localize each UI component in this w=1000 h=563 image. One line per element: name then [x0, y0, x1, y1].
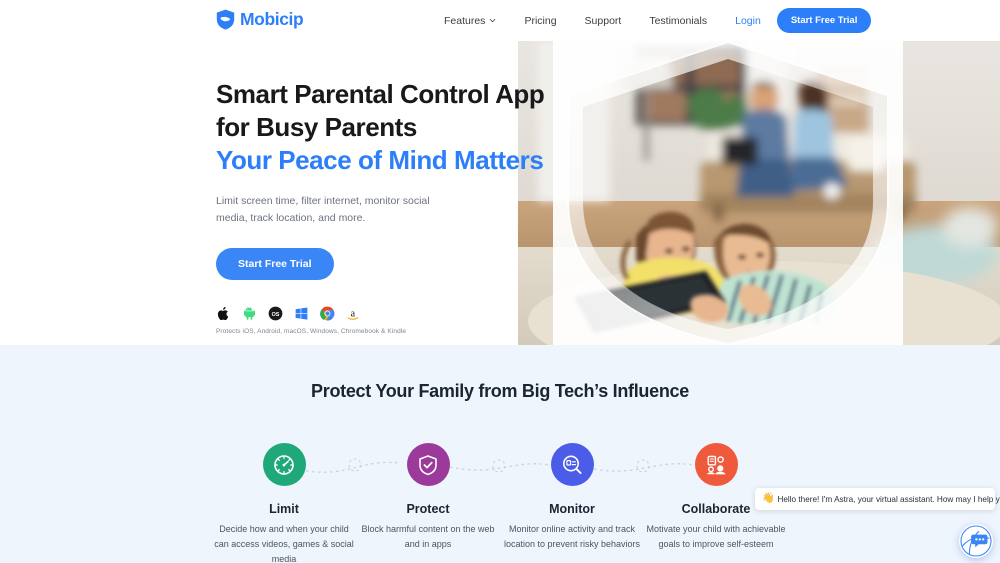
- svg-text:a: a: [351, 308, 356, 319]
- magnifier-report-icon: [563, 455, 582, 474]
- feature-item-limit[interactable]: Limit Decide how and when your child can…: [212, 443, 356, 563]
- feature-icon-collaborate: [694, 443, 738, 486]
- features-section: Protect Your Family from Big Tech’s Infl…: [0, 345, 1000, 563]
- chat-launcher-button[interactable]: [959, 524, 993, 558]
- logo-wordmark: Mobicip: [240, 8, 304, 29]
- nav-item-support-label: Support: [584, 14, 622, 27]
- svg-text:OS: OS: [272, 312, 280, 318]
- site-logo[interactable]: Mobicip: [216, 8, 304, 30]
- feature-desc-limit: Decide how and when your child can acces…: [214, 524, 354, 563]
- nav-item-features[interactable]: Features: [430, 15, 510, 27]
- feature-title-limit: Limit: [269, 502, 299, 516]
- nav-item-support[interactable]: Support: [571, 15, 636, 27]
- nav-item-pricing-label: Pricing: [524, 14, 557, 27]
- macos-icon: OS: [268, 306, 283, 321]
- clock-icon: [274, 454, 294, 475]
- android-icon: [242, 306, 257, 321]
- nav-item-testimonials[interactable]: Testimonials: [635, 15, 721, 27]
- hero-heading-accent: Your Peace of Mind Matters: [216, 144, 544, 175]
- hero-heading-line2: for Busy Parents: [216, 111, 417, 142]
- hero-section: Smart Parental Control App for Busy Pare…: [0, 41, 1000, 345]
- collaborate-people-icon: [707, 455, 726, 474]
- nav-item-testimonials-label: Testimonials: [649, 14, 708, 27]
- header-start-free-trial-button[interactable]: Start Free Trial: [776, 8, 872, 33]
- feature-icon-protect: [406, 443, 450, 486]
- hero-image: [518, 41, 1000, 345]
- feature-icon-limit: [262, 443, 306, 486]
- hero-subheading: Limit screen time, filter internet, moni…: [216, 195, 430, 224]
- amazon-icon: a: [346, 306, 361, 321]
- feature-title-monitor: Monitor: [549, 502, 595, 516]
- platform-support-note: Protects iOS, Android, macOS, Windows, C…: [216, 327, 407, 335]
- apple-icon: [216, 306, 231, 321]
- login-link-label: Login: [735, 14, 761, 27]
- feature-desc-monitor: Monitor online activity and track locati…: [503, 524, 641, 549]
- site-header: Mobicip Features Pricing Support Testimo…: [0, 0, 1000, 41]
- feature-icon-monitor: [550, 443, 594, 486]
- feature-title-collaborate: Collaborate: [681, 502, 751, 516]
- login-link[interactable]: Login: [721, 15, 777, 27]
- hero-start-free-trial-button[interactable]: Start Free Trial: [216, 247, 334, 280]
- chat-bubble-icon: [960, 525, 992, 557]
- waving-hand-icon: 👋: [762, 493, 775, 504]
- windows-icon: [294, 306, 309, 321]
- features-heading: Protect Your Family from Big Tech’s Infl…: [311, 381, 689, 401]
- chat-greeting-text: Hello there! I'm Astra, your virtual ass…: [777, 494, 1000, 504]
- feature-desc-protect: Block harmful content on the web and in …: [361, 524, 495, 549]
- feature-item-monitor[interactable]: Monitor Monitor online activity and trac…: [500, 443, 644, 563]
- hero-copy: Smart Parental Control App for Busy Pare…: [216, 78, 546, 335]
- nav-item-features-label: Features: [444, 14, 486, 27]
- chevron-down-icon: [489, 15, 496, 27]
- landing-page: Mobicip Features Pricing Support Testimo…: [0, 0, 1000, 563]
- chrome-icon: [320, 306, 335, 321]
- shield-check-icon: [419, 454, 437, 475]
- shield-logo-icon: [216, 9, 235, 30]
- main-nav: Features Pricing Support Testimonials Lo…: [430, 0, 872, 41]
- feature-item-protect[interactable]: Protect Block harmful content on the web…: [356, 443, 500, 563]
- hero-heading-line1: Smart Parental Control App: [216, 79, 545, 109]
- chat-greeting-bubble[interactable]: 👋 Hello there! I'm Astra, your virtual a…: [755, 488, 1000, 510]
- supported-platforms: OS a: [216, 306, 546, 321]
- shield-frame-overlay: [553, 41, 903, 345]
- feature-desc-collaborate: Motivate your child with achievable goal…: [646, 524, 786, 549]
- nav-item-pricing[interactable]: Pricing: [510, 15, 570, 27]
- feature-title-protect: Protect: [406, 502, 450, 516]
- hero-heading: Smart Parental Control App for Busy Pare…: [216, 78, 546, 176]
